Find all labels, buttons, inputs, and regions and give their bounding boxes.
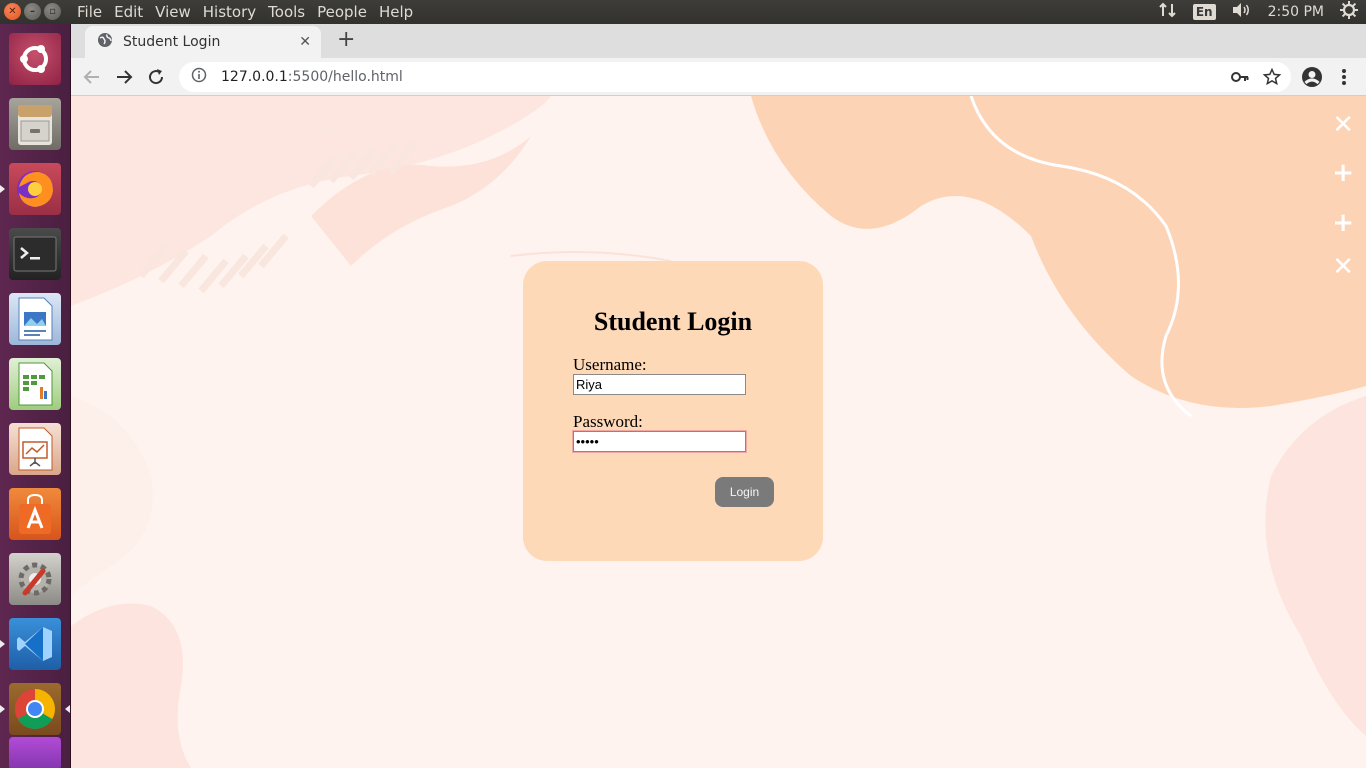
menu-tools[interactable]: Tools — [262, 2, 311, 22]
impress-presentation-icon — [9, 423, 61, 475]
launcher-writer[interactable] — [6, 290, 64, 348]
page-viewport: ✕ + + ✕ Student Login Username: Password… — [71, 96, 1366, 768]
terminal-icon — [9, 228, 61, 280]
tab-strip: Student Login ✕ + — [71, 24, 1366, 58]
launcher-firefox[interactable] — [0, 160, 64, 218]
reload-button[interactable] — [145, 66, 167, 88]
address-bar[interactable]: 127.0.0.1:5500/hello.html — [179, 62, 1291, 92]
running-indicator — [0, 705, 5, 713]
launcher-ubuntu-dash[interactable] — [6, 30, 64, 88]
indicator-area: En 2:50 PM — [1159, 0, 1358, 24]
menu-help[interactable]: Help — [373, 2, 419, 22]
launcher — [0, 24, 71, 768]
window-controls: ✕ – ▫ — [4, 3, 61, 20]
keyboard-layout-indicator[interactable]: En — [1192, 4, 1216, 20]
browser-toolbar: 127.0.0.1:5500/hello.html — [71, 58, 1366, 96]
username-label: Username: — [573, 355, 647, 374]
vscode-icon — [9, 618, 61, 670]
tab-title: Student Login — [123, 34, 221, 50]
back-button[interactable] — [81, 66, 103, 88]
menu-history[interactable]: History — [197, 2, 262, 22]
page-title: Student Login — [593, 307, 753, 336]
window-maximize-button[interactable]: ▫ — [44, 3, 61, 20]
running-indicator — [0, 185, 5, 193]
calc-spreadsheet-icon — [9, 358, 61, 410]
menu-edit[interactable]: Edit — [108, 2, 149, 22]
close-icon: ✕ — [1332, 110, 1354, 140]
forward-arrow-icon — [117, 70, 133, 84]
menu-view[interactable]: View — [149, 2, 197, 22]
launcher-vscode[interactable] — [0, 615, 64, 673]
menu-people[interactable]: People — [311, 2, 373, 22]
back-arrow-icon — [83, 70, 99, 84]
app-icon — [9, 737, 61, 768]
file-cabinet-icon — [9, 98, 61, 150]
launcher-chrome[interactable] — [0, 680, 70, 738]
running-indicator — [0, 640, 5, 648]
tab-student-login[interactable]: Student Login ✕ — [85, 26, 321, 58]
launcher-software[interactable] — [6, 485, 64, 543]
launcher-files[interactable] — [6, 95, 64, 153]
volume-icon[interactable] — [1232, 2, 1252, 22]
network-icon[interactable] — [1159, 2, 1177, 22]
new-tab-button[interactable]: + — [337, 29, 355, 51]
launcher-calc[interactable] — [6, 355, 64, 413]
bookmark-star-icon[interactable] — [1261, 66, 1283, 88]
username-input[interactable] — [573, 374, 746, 395]
info-icon[interactable] — [191, 67, 207, 87]
url-text: 127.0.0.1:5500/hello.html — [221, 69, 403, 85]
password-key-icon[interactable] — [1229, 66, 1251, 88]
forward-button[interactable] — [113, 66, 135, 88]
login-card: Student Login Username: Password: Login — [523, 261, 823, 561]
top-panel: ✕ – ▫ File Edit View History Tools Peopl… — [0, 0, 1366, 24]
menubar: File Edit View History Tools People Help — [71, 2, 419, 22]
window-close-button[interactable]: ✕ — [4, 3, 21, 20]
launcher-settings[interactable] — [6, 550, 64, 608]
launcher-app-partial[interactable] — [6, 734, 64, 768]
url-path: :5500/hello.html — [287, 69, 403, 85]
gear-icon[interactable] — [1340, 1, 1358, 23]
close-icon: ✕ — [1332, 252, 1354, 282]
browser-window: Student Login ✕ + 127.0.0.1:5500/hello.h… — [71, 24, 1366, 768]
active-indicator — [65, 705, 70, 713]
plus-icon: + — [1332, 158, 1354, 188]
password-input[interactable] — [573, 431, 746, 452]
globe-icon — [97, 32, 113, 52]
password-label: Password: — [573, 412, 643, 431]
menu-file[interactable]: File — [71, 2, 108, 22]
window-minimize-button[interactable]: – — [24, 3, 41, 20]
url-host: 127.0.0.1 — [221, 69, 288, 85]
profile-avatar-icon[interactable] — [1301, 66, 1323, 88]
tab-close-icon[interactable]: ✕ — [299, 34, 311, 50]
launcher-impress[interactable] — [6, 420, 64, 478]
settings-wrench-icon — [9, 553, 61, 605]
reload-icon — [149, 69, 164, 85]
plus-icon: + — [1332, 208, 1354, 238]
software-center-icon — [9, 488, 61, 540]
menu-kebab-icon[interactable] — [1333, 66, 1355, 88]
firefox-icon — [9, 163, 61, 215]
login-button[interactable]: Login — [715, 477, 774, 507]
launcher-terminal[interactable] — [6, 225, 64, 283]
chrome-icon — [9, 683, 61, 735]
writer-document-icon — [9, 293, 61, 345]
ubuntu-logo-icon — [9, 33, 61, 85]
clock[interactable]: 2:50 PM — [1268, 4, 1324, 20]
